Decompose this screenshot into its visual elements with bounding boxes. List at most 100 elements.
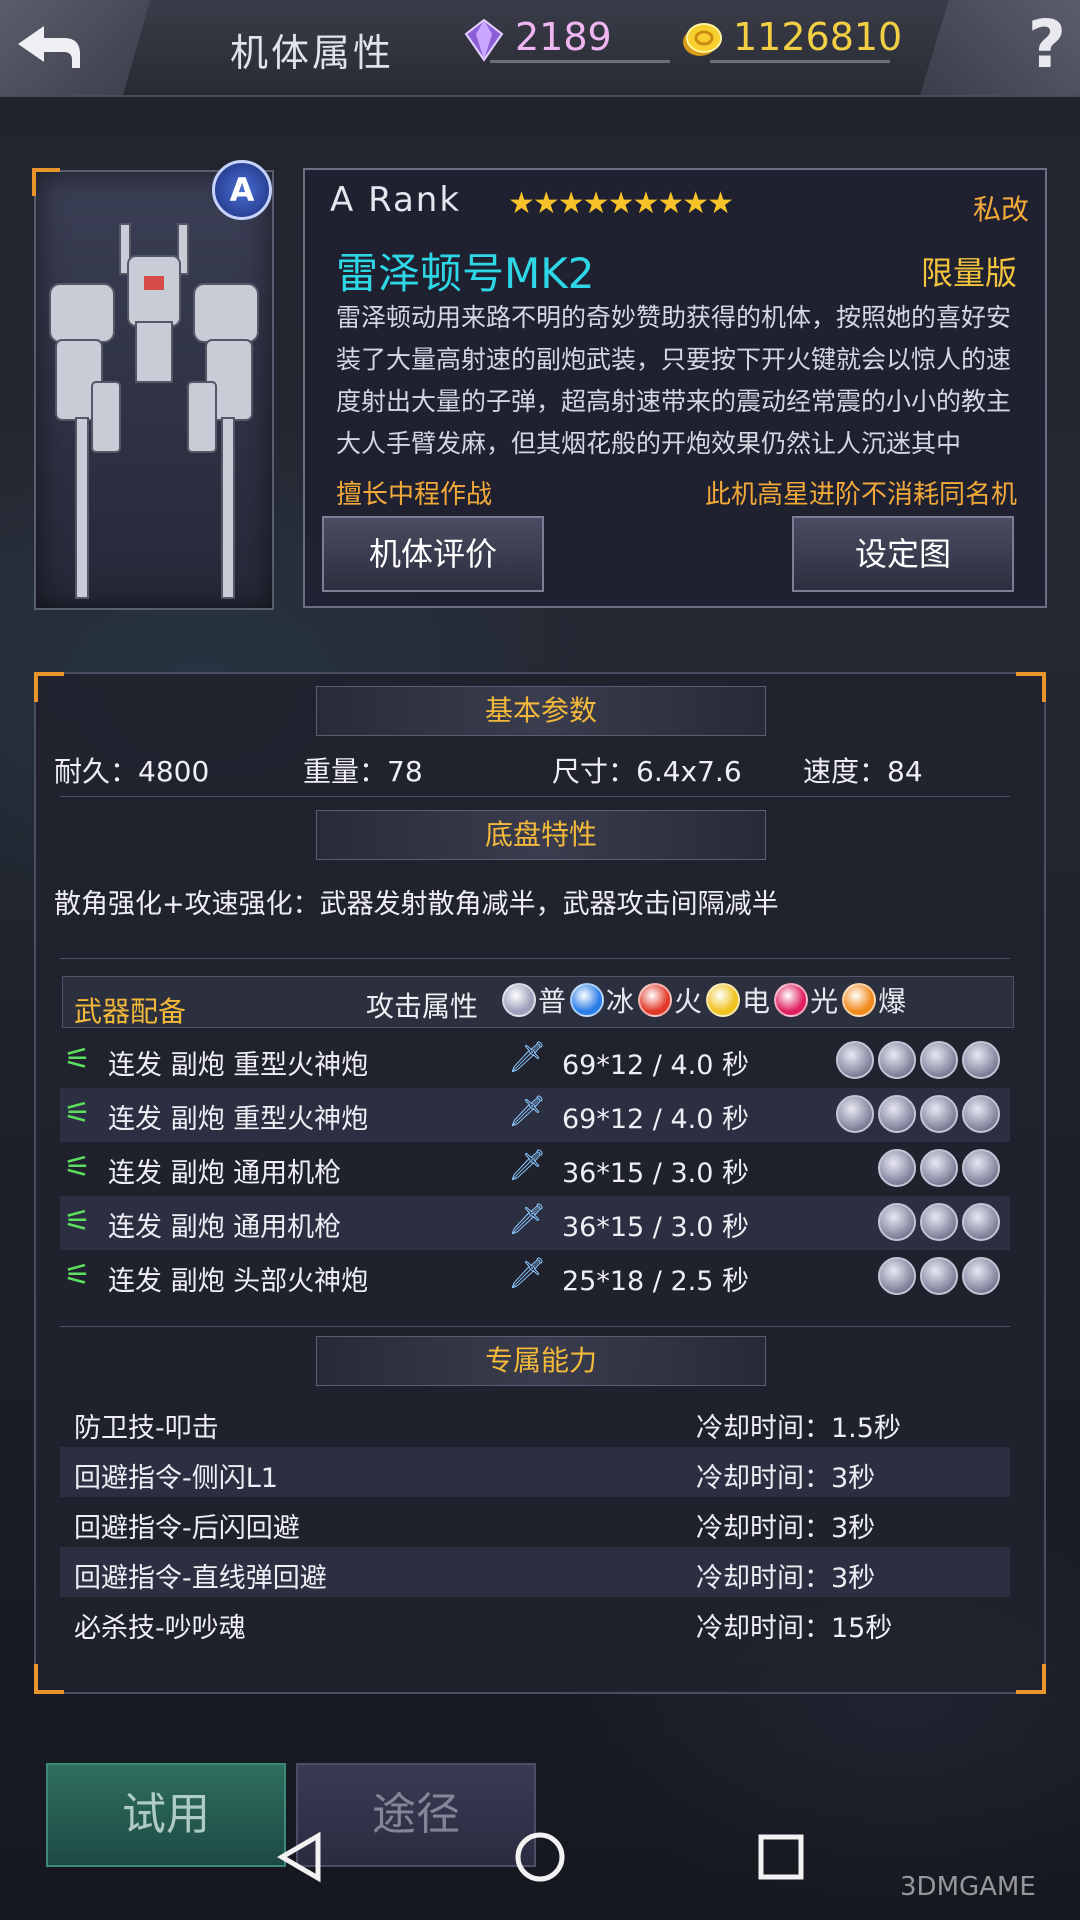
weapon-name: 连发 副炮 通用机枪 [108, 1158, 342, 1189]
ability-cooldown: 冷却时间：15秒 [696, 1613, 893, 1644]
element-slot-icon [878, 1041, 916, 1079]
element-item: 光 [774, 980, 838, 1020]
weapon-row[interactable]: ⚟ 连发 副炮 通用机枪 🗡 36*15 / 3.0 秒 [60, 1196, 1010, 1250]
element-label: 爆 [878, 985, 907, 1018]
coin-underline [710, 60, 890, 63]
weapon-type-icon: ⚟ [64, 1042, 91, 1077]
mech-portrait [32, 168, 274, 610]
rank-badge: A [212, 160, 272, 220]
element-label: 冰 [606, 985, 635, 1018]
element-item: 电 [706, 980, 770, 1020]
size-stat: 尺寸：6.4x7.6 [552, 755, 742, 788]
panel-corner [34, 672, 64, 702]
page-title: 机体属性 [230, 31, 395, 75]
element-label: 普 [538, 985, 567, 1018]
element-slot-icon [962, 1149, 1000, 1187]
weapon-type-icon: ⚟ [64, 1150, 91, 1185]
weapon-name: 连发 副炮 重型火神炮 [108, 1050, 369, 1081]
specialty-tag: 擅长中程作战 [336, 480, 493, 510]
element-label: 电 [742, 985, 771, 1018]
sword-icon: 🗡 [508, 1202, 547, 1237]
rank-label: A Rank [330, 180, 462, 220]
question-icon: ? [1027, 6, 1066, 83]
ability-name: 回避指令-直线弹回避 [74, 1563, 327, 1594]
element-legend: 普冰火电光爆 [502, 980, 910, 1020]
element-label: 火 [674, 985, 703, 1018]
weapon-slots [878, 1149, 1000, 1187]
ability-cooldown: 冷却时间：3秒 [696, 1563, 876, 1594]
chassis-trait: 散角强化+攻速强化：武器发射散角减半，武器攻击间隔减半 [54, 889, 779, 920]
mech-review-button[interactable]: 机体评价 [322, 516, 544, 592]
ability-name: 回避指令-侧闪L1 [74, 1463, 278, 1494]
ability-row: 回避指令-直线弹回避 冷却时间：3秒 [60, 1547, 1010, 1597]
limited-edition-tag: 限量版 [921, 254, 1018, 292]
weapon-damage: 69*12 / 4.0 秒 [562, 1050, 749, 1081]
element-slot-icon [836, 1041, 874, 1079]
system-nav-bar [277, 1831, 804, 1883]
mech-name: 雷泽顿号MK2 [336, 249, 595, 298]
nav-back-icon[interactable] [277, 1831, 321, 1883]
element-slot-icon [920, 1149, 958, 1187]
element-item: 冰 [570, 980, 634, 1020]
element-icon [570, 983, 605, 1017]
ability-name: 必杀技-吵吵魂 [74, 1613, 246, 1644]
watermark: 3DMGAME [900, 1872, 1036, 1902]
divider [60, 796, 1010, 797]
weapon-row[interactable]: ⚟ 连发 副炮 重型火神炮 🗡 69*12 / 4.0 秒 [60, 1088, 1010, 1142]
element-icon [502, 983, 536, 1017]
element-icon [774, 983, 809, 1017]
ability-row: 回避指令-后闪回避 冷却时间：3秒 [60, 1497, 1010, 1547]
weapon-type-icon: ⚟ [64, 1096, 91, 1131]
concept-art-button[interactable]: 设定图 [792, 516, 1014, 592]
element-slot-icon [962, 1257, 1000, 1295]
weapon-damage: 69*12 / 4.0 秒 [562, 1104, 749, 1135]
weapon-row[interactable]: ⚟ 连发 副炮 通用机枪 🗡 36*15 / 3.0 秒 [60, 1142, 1010, 1196]
element-slot-icon [962, 1203, 1000, 1241]
element-slot-icon [878, 1257, 916, 1295]
panel-corner [34, 1664, 64, 1694]
gem-count: 2189 [515, 15, 612, 59]
weapon-name: 连发 副炮 重型火神炮 [108, 1104, 369, 1135]
element-label: 光 [810, 985, 839, 1018]
weight-stat: 重量：78 [303, 755, 423, 788]
element-slot-icon [920, 1041, 958, 1079]
element-item: 爆 [842, 980, 906, 1020]
weapon-slots [878, 1257, 1000, 1295]
element-icon [842, 983, 877, 1017]
weapon-name: 连发 副炮 头部火神炮 [108, 1266, 369, 1297]
weapon-name: 连发 副炮 通用机枪 [108, 1212, 342, 1243]
ability-cooldown: 冷却时间：3秒 [696, 1513, 876, 1544]
divider [60, 1326, 1010, 1327]
weapon-row[interactable]: ⚟ 连发 副炮 重型火神炮 🗡 69*12 / 4.0 秒 [60, 1034, 1010, 1088]
element-slot-icon [962, 1041, 1000, 1079]
speed-stat: 速度：84 [803, 755, 923, 788]
ability-name: 回避指令-后闪回避 [74, 1513, 300, 1544]
element-icon [706, 983, 741, 1017]
ability-name: 防卫技-叩击 [74, 1413, 219, 1444]
nav-home-icon[interactable] [515, 1832, 565, 1882]
ability-cooldown: 冷却时间：1.5秒 [696, 1413, 901, 1444]
upgrade-note: 此机高星进阶不消耗同名机 [705, 480, 1018, 510]
element-slot-icon [878, 1149, 916, 1187]
weapon-slots [878, 1203, 1000, 1241]
element-slot-icon [920, 1203, 958, 1241]
sword-icon: 🗡 [508, 1148, 547, 1183]
element-slot-icon [920, 1257, 958, 1295]
back-arrow-icon [18, 26, 80, 68]
gem-icon [464, 18, 504, 62]
star-rating: ★★★★★★★★★ [508, 186, 734, 221]
basic-params-header: 基本参数 [316, 686, 766, 736]
panel-corner [1016, 1664, 1046, 1694]
ability-cooldown: 冷却时间：3秒 [696, 1463, 876, 1494]
mech-image [49, 223, 259, 599]
mech-description[interactable]: 雷泽顿动用来路不明的奇妙赞助获得的机体，按照她的喜好安装了大量高射速的副炮武装，… [336, 297, 1016, 465]
sword-icon: 🗡 [508, 1094, 547, 1129]
element-slot-icon [878, 1095, 916, 1133]
divider [60, 958, 1010, 959]
nav-recent-icon[interactable] [758, 1834, 804, 1880]
chassis-header: 底盘特性 [316, 810, 766, 860]
weapon-row[interactable]: ⚟ 连发 副炮 头部火神炮 🗡 25*18 / 2.5 秒 [60, 1250, 1010, 1304]
element-slot-icon [836, 1095, 874, 1133]
mod-tag: 私改 [973, 193, 1030, 226]
ability-row: 必杀技-吵吵魂 冷却时间：15秒 [60, 1597, 1010, 1647]
